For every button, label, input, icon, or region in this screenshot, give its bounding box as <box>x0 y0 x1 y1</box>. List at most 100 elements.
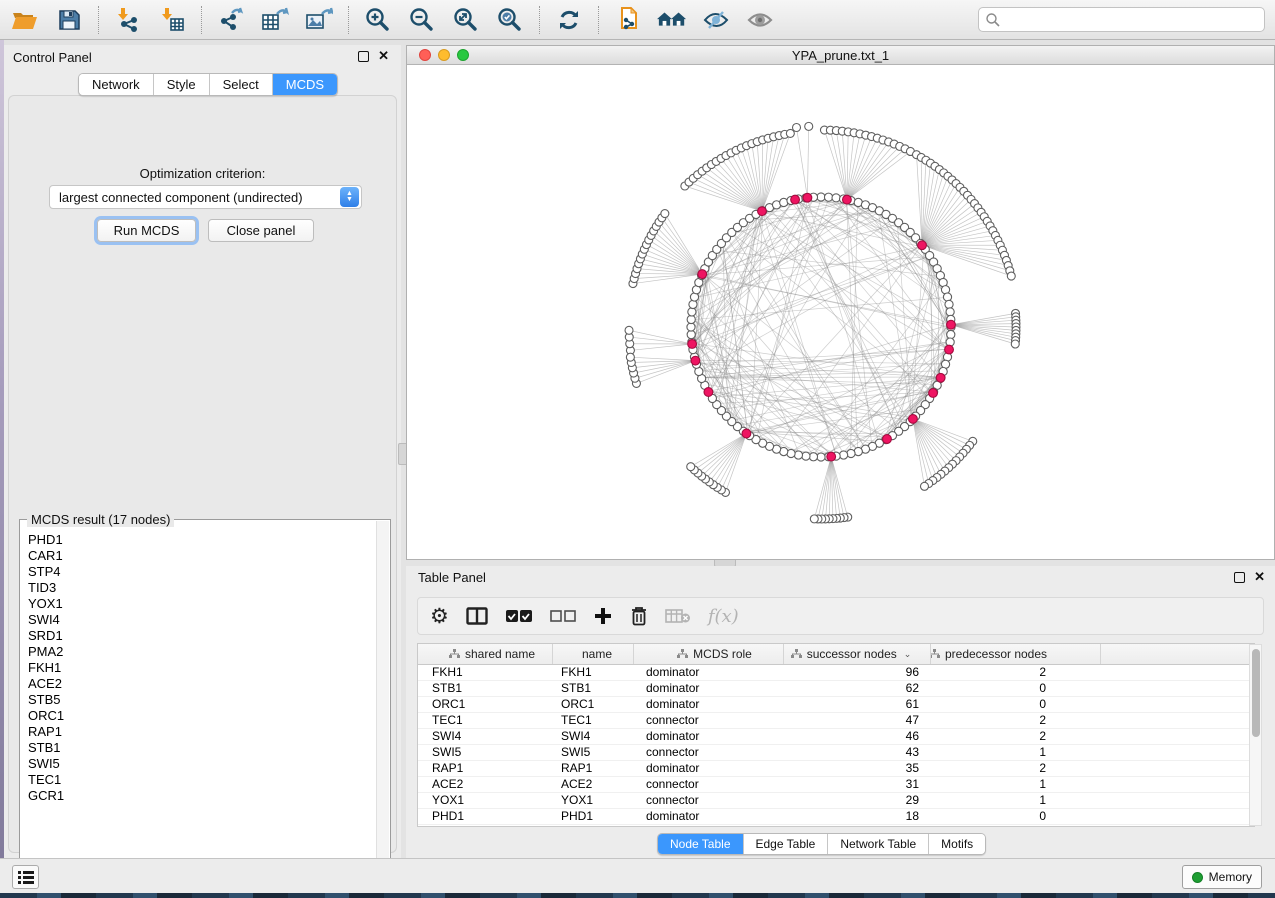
column-header-successor-nodes[interactable]: successor nodes⌄ <box>784 644 931 664</box>
split-columns-icon[interactable] <box>466 603 488 629</box>
network-leaf-node[interactable] <box>920 482 928 490</box>
column-header-name[interactable]: name <box>553 644 634 664</box>
mcds-result-item[interactable]: ORC1 <box>28 708 375 724</box>
network-leaf-node[interactable] <box>626 353 634 361</box>
network-from-file-icon[interactable] <box>613 5 643 35</box>
close-panel-button[interactable]: Close panel <box>208 219 314 242</box>
tab-node-table[interactable]: Node Table <box>658 834 744 854</box>
mcds-node[interactable] <box>688 340 697 349</box>
network-node[interactable] <box>824 193 832 201</box>
criterion-dropdown[interactable]: largest connected component (undirected)… <box>49 185 362 209</box>
table-scrollbar[interactable] <box>1249 644 1262 826</box>
mcds-node[interactable] <box>698 270 707 279</box>
table-row[interactable]: ORC1ORC1dominator610 <box>418 697 1254 713</box>
network-node[interactable] <box>943 293 951 301</box>
table-row[interactable]: PHD1PHD1dominator180 <box>418 809 1254 825</box>
column-header-shared-name[interactable]: shared name <box>418 644 553 664</box>
save-session-icon[interactable] <box>54 5 84 35</box>
column-header-predecessor-nodes[interactable]: predecessor nodes <box>931 644 1101 664</box>
network-node[interactable] <box>817 453 825 461</box>
zoom-selected-icon[interactable] <box>495 5 525 35</box>
table-row[interactable]: TEC1TEC1connector472 <box>418 713 1254 729</box>
network-node[interactable] <box>817 193 825 201</box>
network-node[interactable] <box>947 330 955 338</box>
tab-select[interactable]: Select <box>210 74 273 95</box>
tab-mcds[interactable]: MCDS <box>273 74 337 95</box>
network-node[interactable] <box>832 194 840 202</box>
table-row[interactable]: SWI4SWI4dominator462 <box>418 729 1254 745</box>
import-network-icon[interactable] <box>113 5 143 35</box>
mcds-result-item[interactable]: PMA2 <box>28 644 375 660</box>
network-node[interactable] <box>689 300 697 308</box>
mcds-result-item[interactable]: RAP1 <box>28 724 375 740</box>
network-leaf-node[interactable] <box>793 123 801 131</box>
export-image-icon[interactable] <box>304 5 334 35</box>
mcds-node[interactable] <box>691 356 700 365</box>
network-leaf-node[interactable] <box>661 210 669 218</box>
mcds-node[interactable] <box>843 195 852 204</box>
mcds-result-item[interactable]: TEC1 <box>28 772 375 788</box>
hide-selected-eye-icon[interactable] <box>701 5 731 35</box>
table-row[interactable]: RAP1RAP1dominator352 <box>418 761 1254 777</box>
network-leaf-node[interactable] <box>810 515 818 523</box>
close-panel-icon[interactable]: ✕ <box>1254 570 1265 584</box>
search-field[interactable] <box>978 7 1265 32</box>
open-file-icon[interactable] <box>10 5 40 35</box>
network-node[interactable] <box>839 451 847 459</box>
network-leaf-node[interactable] <box>786 129 794 137</box>
mcds-result-item[interactable]: STB5 <box>28 692 375 708</box>
table-row[interactable]: SWI5SWI5connector431 <box>418 745 1254 761</box>
mcds-result-item[interactable]: GCR1 <box>28 788 375 804</box>
mcds-result-item[interactable]: CAR1 <box>28 548 375 564</box>
mcds-node[interactable] <box>827 452 836 461</box>
tab-motifs[interactable]: Motifs <box>929 834 985 854</box>
mcds-node[interactable] <box>918 241 927 250</box>
scrollbar-thumb[interactable] <box>1252 649 1260 737</box>
network-node[interactable] <box>847 449 855 457</box>
network-leaf-node[interactable] <box>687 463 695 471</box>
mcds-node[interactable] <box>791 195 800 204</box>
export-table-icon[interactable] <box>260 5 290 35</box>
mcds-result-item[interactable]: ACE2 <box>28 676 375 692</box>
float-panel-icon[interactable] <box>358 51 369 62</box>
network-leaf-node[interactable] <box>805 122 813 130</box>
import-table-icon[interactable] <box>157 5 187 35</box>
network-node[interactable] <box>794 451 802 459</box>
mcds-result-item[interactable]: SRD1 <box>28 628 375 644</box>
network-node[interactable] <box>687 323 695 331</box>
mcds-node[interactable] <box>883 435 892 444</box>
home-icon[interactable] <box>657 5 687 35</box>
mcds-node[interactable] <box>704 388 713 397</box>
tab-network[interactable]: Network <box>79 74 154 95</box>
mcds-result-item[interactable]: STP4 <box>28 564 375 580</box>
mcds-node[interactable] <box>945 345 954 354</box>
table-settings-icon[interactable]: ⚙ <box>430 603 449 629</box>
mcds-node[interactable] <box>929 389 938 398</box>
mcds-node[interactable] <box>947 320 956 329</box>
mcds-result-item[interactable]: SWI5 <box>28 756 375 772</box>
network-node[interactable] <box>945 300 953 308</box>
network-node[interactable] <box>946 308 954 316</box>
network-leaf-node[interactable] <box>1011 340 1019 348</box>
network-graph[interactable] <box>407 65 1274 559</box>
float-panel-icon[interactable] <box>1234 572 1245 583</box>
network-leaf-node[interactable] <box>625 326 633 334</box>
mcds-result-scrollbar[interactable] <box>376 521 389 887</box>
zoom-in-icon[interactable] <box>363 5 393 35</box>
mcds-result-item[interactable]: TID3 <box>28 580 375 596</box>
network-node[interactable] <box>802 452 810 460</box>
show-all-eye-icon[interactable] <box>745 5 775 35</box>
export-network-icon[interactable] <box>216 5 246 35</box>
table-row[interactable]: STB1STB1dominator620 <box>418 681 1254 697</box>
tab-edge-table[interactable]: Edge Table <box>744 834 829 854</box>
mcds-node[interactable] <box>803 193 812 202</box>
mcds-node[interactable] <box>742 429 751 438</box>
unselect-all-rows-icon[interactable] <box>550 603 576 629</box>
select-all-rows-icon[interactable] <box>505 603 533 629</box>
mcds-result-item[interactable]: STB1 <box>28 740 375 756</box>
add-column-icon[interactable] <box>593 603 613 629</box>
run-mcds-button[interactable]: Run MCDS <box>97 219 196 242</box>
network-node[interactable] <box>688 308 696 316</box>
search-input[interactable] <box>1001 13 1258 27</box>
network-leaf-node[interactable] <box>1007 272 1015 280</box>
